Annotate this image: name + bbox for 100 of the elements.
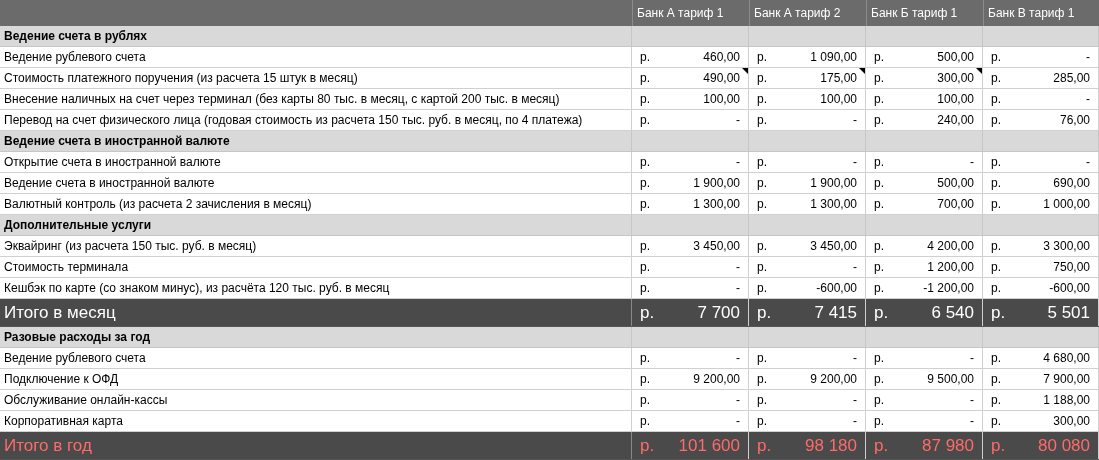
currency-symbol: р. — [757, 175, 767, 192]
currency-symbol: р. — [757, 350, 767, 367]
currency-symbol: р. — [640, 70, 650, 87]
currency-symbol: р. — [640, 175, 650, 192]
currency-symbol: р. — [640, 392, 650, 409]
amount: - — [736, 112, 740, 129]
amount: - — [853, 392, 857, 409]
currency-symbol: р. — [757, 70, 767, 87]
currency-symbol: р. — [991, 175, 1001, 192]
row-label: Ведение рублевого счета — [4, 350, 146, 367]
currency-symbol: р. — [874, 154, 884, 171]
currency-symbol: р. — [757, 154, 767, 171]
currency-symbol: р. — [874, 371, 884, 388]
currency-symbol: р. — [991, 91, 1001, 108]
amount: 1 300,00 — [693, 196, 740, 213]
section-title: Дополнительные услуги — [4, 217, 152, 234]
currency-symbol: р. — [640, 91, 650, 108]
amount: - — [1086, 49, 1090, 66]
comment-indicator-icon — [742, 68, 748, 74]
amount: 87 980 — [922, 434, 974, 457]
amount: - — [1086, 154, 1090, 171]
currency-symbol: р. — [640, 350, 650, 367]
currency-symbol: р. — [640, 238, 650, 255]
currency-symbol: р. — [991, 259, 1001, 276]
currency-symbol: р. — [874, 91, 884, 108]
currency-symbol: р. — [640, 196, 650, 213]
currency-symbol: р. — [991, 154, 1001, 171]
amount: - — [853, 112, 857, 129]
amount: 7 415 — [814, 301, 857, 324]
amount: 7 700 — [697, 301, 740, 324]
amount: 1 900,00 — [810, 175, 857, 192]
currency-symbol: р. — [640, 259, 650, 276]
amount: - — [736, 350, 740, 367]
amount: 1 900,00 — [693, 175, 740, 192]
amount: - — [970, 413, 974, 430]
amount: 101 600 — [678, 434, 740, 457]
amount: 9 500,00 — [927, 371, 974, 388]
amount: - — [736, 154, 740, 171]
currency-symbol: р. — [640, 49, 650, 66]
currency-symbol: р. — [874, 301, 889, 324]
comment-indicator-icon — [976, 68, 982, 74]
currency-symbol: р. — [757, 301, 772, 324]
currency-symbol: р. — [757, 91, 767, 108]
row-label: Валютный контроль (из расчета 2 зачисления в месяц) — [4, 196, 312, 213]
amount: - — [853, 350, 857, 367]
amount: 300,00 — [1053, 413, 1090, 430]
amount: 500,00 — [937, 175, 974, 192]
currency-symbol: р. — [640, 413, 650, 430]
currency-symbol: р. — [874, 112, 884, 129]
amount: 98 180 — [805, 434, 857, 457]
row-label: Стоимость платежного поручения (из расчета 15 штук в месяц) — [4, 70, 358, 87]
currency-symbol: р. — [991, 280, 1001, 297]
column-header: Банк Б тариф 1 — [871, 5, 958, 22]
currency-symbol: р. — [640, 280, 650, 297]
currency-symbol: р. — [757, 238, 767, 255]
currency-symbol: р. — [991, 371, 1001, 388]
amount: 1 188,00 — [1043, 392, 1090, 409]
amount: 1 090,00 — [810, 49, 857, 66]
row-label: Внесение наличных на счет через терминал (без карты 80 тыс. в месяц, с картой 200 тыс. в месяц) — [4, 91, 560, 108]
amount: - — [736, 259, 740, 276]
currency-symbol: р. — [874, 70, 884, 87]
row-label: Подключение к ОФД — [4, 371, 119, 388]
amount: 100,00 — [937, 91, 974, 108]
currency-symbol: р. — [991, 238, 1001, 255]
amount: 1 200,00 — [927, 259, 974, 276]
amount: 1 000,00 — [1043, 196, 1090, 213]
total-label: Итого в год — [4, 434, 92, 457]
currency-symbol: р. — [757, 49, 767, 66]
amount: - — [736, 392, 740, 409]
amount: 750,00 — [1053, 259, 1090, 276]
currency-symbol: р. — [874, 175, 884, 192]
amount: - — [970, 392, 974, 409]
currency-symbol: р. — [757, 371, 767, 388]
currency-symbol: р. — [874, 350, 884, 367]
amount: 490,00 — [703, 70, 740, 87]
amount: -600,00 — [1049, 280, 1090, 297]
currency-symbol: р. — [874, 259, 884, 276]
currency-symbol: р. — [757, 259, 767, 276]
currency-symbol: р. — [874, 49, 884, 66]
amount: 175,00 — [820, 70, 857, 87]
row-label: Ведение рублевого счета — [4, 49, 146, 66]
currency-symbol: р. — [991, 434, 1006, 457]
currency-symbol: р. — [640, 301, 655, 324]
currency-symbol: р. — [874, 392, 884, 409]
row-label: Перевод на счет физического лица (годовая стоимость из расчета 150 тыс. руб. в месяц, по 4 платежа) — [4, 112, 583, 129]
amount: - — [853, 154, 857, 171]
amount: - — [853, 259, 857, 276]
currency-symbol: р. — [991, 70, 1001, 87]
currency-symbol: р. — [874, 413, 884, 430]
row-label: Открытие счета в иностранной валюте — [4, 154, 221, 171]
amount: -600,00 — [816, 280, 857, 297]
amount: 240,00 — [937, 112, 974, 129]
currency-symbol: р. — [991, 350, 1001, 367]
row-label: Обслуживание онлайн-кассы — [4, 392, 168, 409]
amount: 3 450,00 — [810, 238, 857, 255]
amount: 3 300,00 — [1043, 238, 1090, 255]
currency-symbol: р. — [991, 301, 1006, 324]
amount: 6 540 — [931, 301, 974, 324]
amount: - — [1086, 91, 1090, 108]
amount: 4 200,00 — [927, 238, 974, 255]
